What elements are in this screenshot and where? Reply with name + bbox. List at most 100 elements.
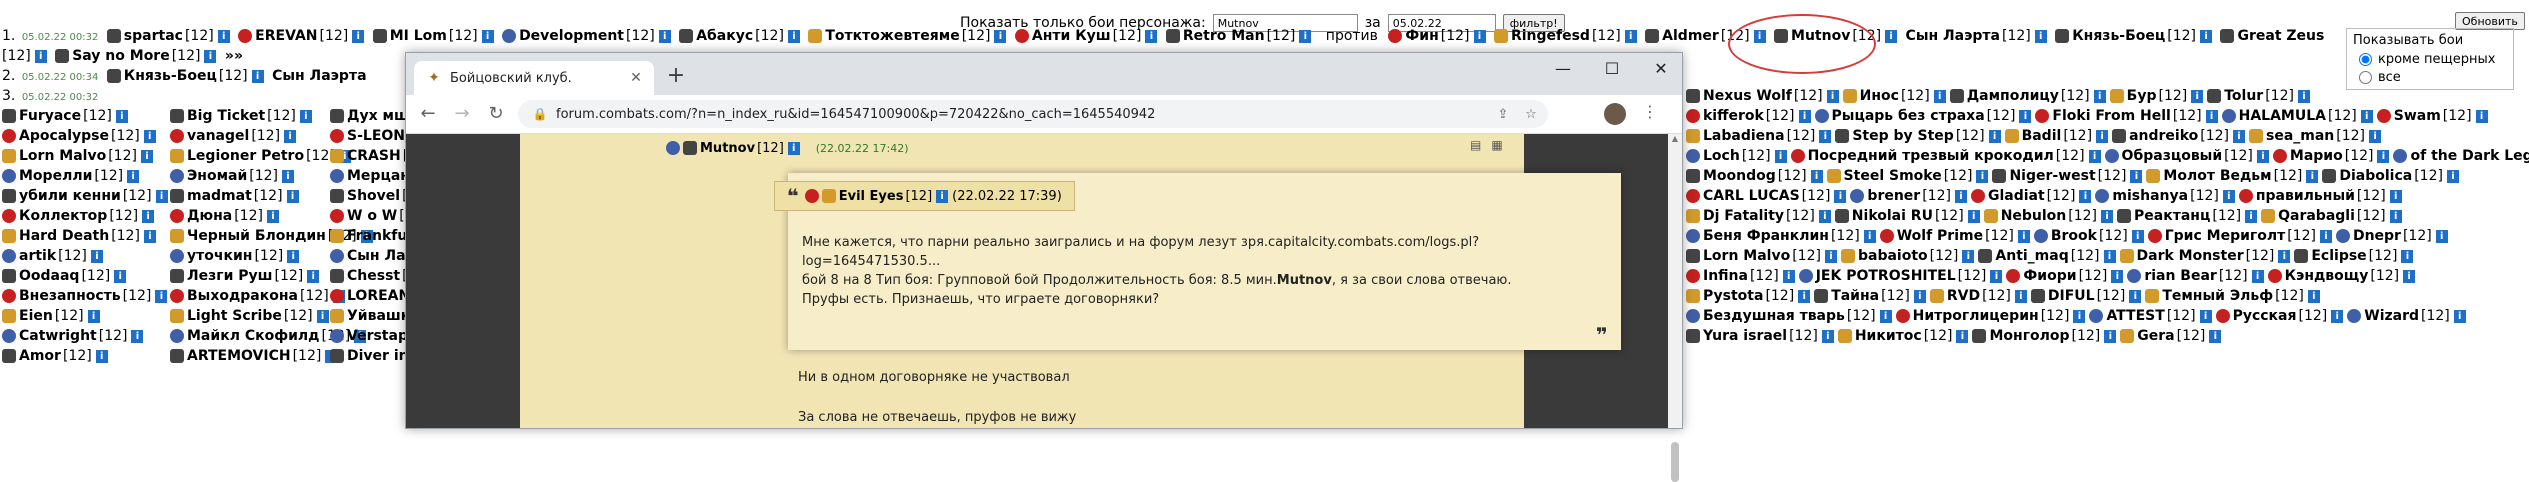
address-bar[interactable]: 🔒 forum.combats.com/?n=n_index_ru&id=164… [518,100,1548,128]
player-link[interactable]: Князь-Боец [124,68,217,84]
info-icon[interactable]: i [286,189,299,203]
info-icon[interactable]: i [2446,169,2459,183]
player-link[interactable]: Тайна [1831,288,1879,304]
player-link[interactable]: Anti_maq [1995,248,2068,264]
player-link[interactable]: Swam [2394,108,2441,124]
player-link[interactable]: madmat [187,188,252,204]
player-link[interactable]: ATTEST [2106,308,2164,324]
player-link[interactable]: Infina [1703,268,1748,284]
player-link[interactable]: Инос [1860,88,1899,104]
info-icon[interactable]: i [2307,289,2320,303]
player-link[interactable]: правильный [2256,188,2355,204]
info-icon[interactable]: i [2017,229,2030,243]
player-link[interactable]: Lorn Malvo [1703,248,1790,264]
info-icon[interactable]: i [307,269,320,283]
info-icon[interactable]: i [1819,129,1832,143]
info-icon[interactable]: i [127,169,140,183]
player-link[interactable]: Нитроглицерин [1913,308,2039,324]
info-icon[interactable]: i [2101,209,2114,223]
info-icon[interactable]: i [2111,269,2124,283]
player-link[interactable]: Посредний трезвый крокодил [1808,148,2054,164]
info-icon[interactable]: i [284,129,297,143]
player-link[interactable]: убили кенни [19,188,121,204]
info-icon[interactable]: i [1988,129,2001,143]
player-link[interactable]: Nexus Wolf [1703,88,1792,104]
info-icon[interactable]: i [2331,309,2344,323]
radio-all-input[interactable] [2359,70,2372,84]
player-link[interactable]: Дамполицу [1967,88,2059,104]
player-link[interactable]: Diabolica [2339,168,2412,184]
player-link[interactable]: Shovel [347,188,400,204]
player-link[interactable]: Retro Man [1183,28,1265,44]
info-icon[interactable]: i [316,309,329,323]
player-link[interactable]: Сын Лаэрта [1906,28,2000,44]
player-link[interactable]: spartac [124,28,183,44]
player-link[interactable]: Бездушная тварь [1703,308,1845,324]
player-link[interactable]: Грис Мериголт [2165,228,2285,244]
player-link[interactable]: JEK POTROSHITEL [1816,268,1956,284]
player-link[interactable]: Фиори [2023,268,2076,284]
menu-kebab-icon[interactable]: ⋮ [1640,102,1660,121]
minimize-icon[interactable]: — [1548,59,1578,83]
player-link[interactable]: уточкин [187,248,252,264]
info-icon[interactable]: i [251,69,264,83]
player-link[interactable]: vanagel [187,128,249,144]
player-link[interactable]: Ringefesd [1511,28,1590,44]
player-link[interactable]: Dnepr [2353,228,2401,244]
player-link[interactable]: Wizard [2364,308,2419,324]
edit-post-icon[interactable]: ▦ [1491,138,1502,152]
info-icon[interactable]: i [1798,289,1811,303]
info-icon[interactable]: i [204,49,217,63]
player-link[interactable]: Сын Лаэрта [272,68,366,84]
info-icon[interactable]: i [1824,249,1837,263]
info-icon[interactable]: i [1976,169,1989,183]
player-link[interactable]: Eien [19,308,53,324]
info-icon[interactable]: i [217,29,230,43]
info-icon[interactable]: i [352,29,365,43]
player-link[interactable]: of the Dark Legion [2410,148,2529,164]
info-icon[interactable]: i [1624,29,1637,43]
info-icon[interactable]: i [2019,109,2032,123]
player-link[interactable]: Furyace [19,108,81,124]
info-icon[interactable]: i [287,249,300,263]
player-link[interactable]: Brook [2051,228,2097,244]
info-icon[interactable]: i [143,129,156,143]
player-link[interactable]: artik [19,248,56,264]
player-link[interactable]: Nebulon [2001,208,2067,224]
forward-arrow-icon[interactable]: → [450,102,474,126]
player-link[interactable]: Анти Куш [1032,28,1111,44]
player-link[interactable]: Oodaaq [19,268,79,284]
info-icon[interactable]: i [1782,269,1795,283]
info-icon[interactable]: i [1967,209,1980,223]
info-icon[interactable]: i [2245,209,2258,223]
player-link[interactable]: brener [1867,188,1920,204]
player-link[interactable]: Русская [2233,308,2297,324]
info-icon[interactable]: i [2233,129,2245,143]
player-link[interactable]: DIFUL [2048,288,2095,304]
player-link[interactable]: Выходракона [187,288,298,304]
share-icon[interactable]: ⇪ [1492,107,1514,122]
info-icon[interactable]: i [2453,309,2466,323]
new-tab-icon[interactable]: + [664,65,688,89]
info-icon[interactable]: i [2014,289,2027,303]
info-icon[interactable]: i [282,169,295,183]
info-icon[interactable]: i [2104,329,2117,343]
info-icon[interactable]: i [1962,249,1975,263]
player-link[interactable]: Лезги Руш [187,268,273,284]
player-link[interactable]: HALAMULA [2239,108,2326,124]
info-icon[interactable]: i [2199,309,2212,323]
info-icon[interactable]: i [140,149,153,163]
info-icon[interactable]: i [787,141,800,155]
info-icon[interactable]: i [2034,29,2047,43]
info-icon[interactable]: i [1810,169,1823,183]
player-link[interactable]: Темный Эльф [2162,288,2273,304]
quote-author-link[interactable]: Evil Eyes [839,189,904,204]
vertical-scrollbar[interactable]: ▲ [1668,134,1682,482]
info-icon[interactable]: i [114,269,127,283]
player-link[interactable]: Gera [2137,328,2174,344]
info-icon[interactable]: i [2129,289,2142,303]
info-icon[interactable]: i [2191,89,2204,103]
radio-except-caves-input[interactable] [2359,52,2372,66]
player-link[interactable]: babaioto [1858,248,1928,264]
info-icon[interactable]: i [2319,229,2332,243]
